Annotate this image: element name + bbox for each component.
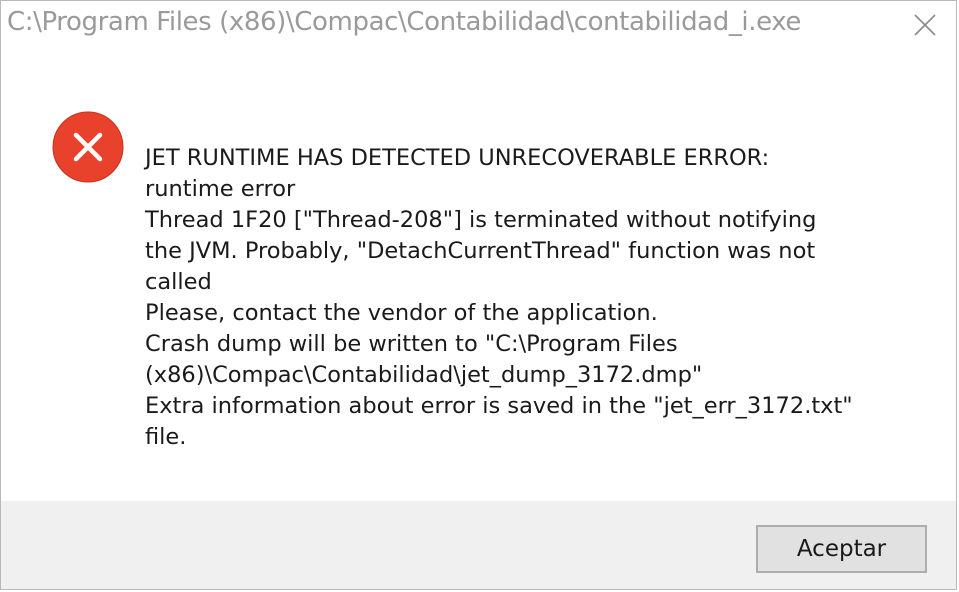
title-bar[interactable]: C:\Program Files (x86)\Compac\Contabilid… (1, 1, 956, 51)
message-line: JET RUNTIME HAS DETECTED UNRECOVERABLE E… (145, 145, 770, 171)
window-title: C:\Program Files (x86)\Compac\Contabilid… (7, 7, 802, 37)
error-icon (52, 111, 124, 183)
message-line: Please, contact the vendor of the applic… (145, 300, 658, 326)
message-line: (x86)\Compac\Contabilidad\jet_dump_3172.… (145, 362, 703, 388)
accept-button[interactable]: Aceptar (756, 525, 927, 573)
close-icon (914, 14, 936, 36)
message-line: the JVM. Probably, "DetachCurrentThread"… (145, 238, 816, 264)
close-button[interactable] (902, 3, 948, 47)
message-line: Thread 1F20 ["Thread-208"] is terminated… (145, 207, 817, 233)
message-line: file. (145, 424, 187, 450)
error-message: JET RUNTIME HAS DETECTED UNRECOVERABLE E… (145, 143, 925, 453)
message-line: Crash dump will be written to "C:\Progra… (145, 331, 678, 357)
message-line: Extra information about error is saved i… (145, 393, 853, 419)
message-line: runtime error (145, 176, 296, 202)
dialog-body: JET RUNTIME HAS DETECTED UNRECOVERABLE E… (1, 51, 956, 501)
button-bar: Aceptar (1, 501, 956, 589)
error-dialog: C:\Program Files (x86)\Compac\Contabilid… (0, 0, 957, 590)
message-line: called (145, 269, 212, 295)
